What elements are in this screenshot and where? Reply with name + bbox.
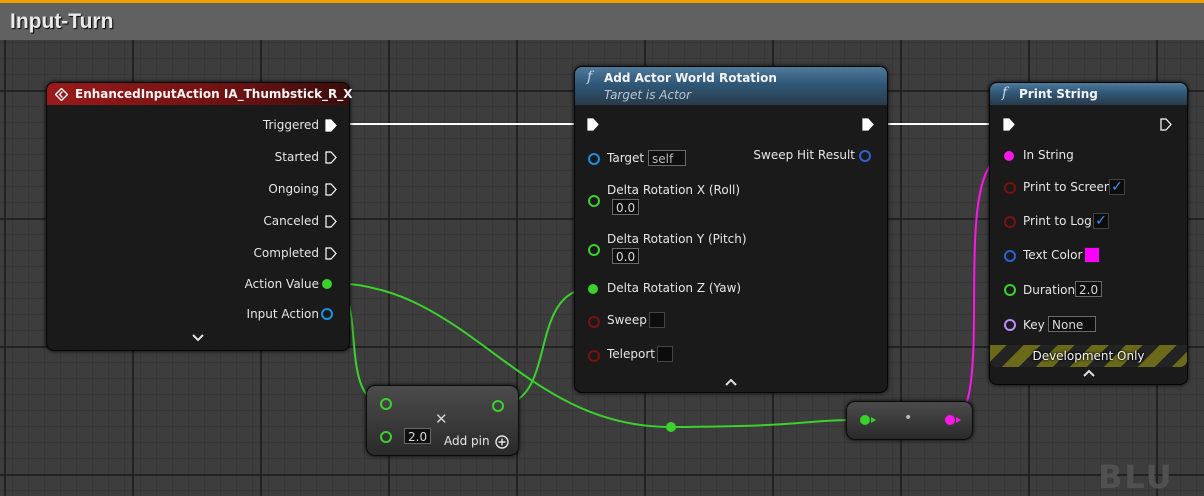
sweep-checkbox[interactable] (649, 312, 665, 328)
rotation-node-title: Add Actor World Rotation (604, 71, 777, 85)
print-to-screen-label: Print to Screen (1023, 180, 1112, 194)
duration-pin[interactable] (1004, 284, 1016, 296)
in-string-label: In String (1023, 148, 1074, 162)
print-to-log-checkbox[interactable]: ✓ (1093, 213, 1109, 229)
teleport-checkbox[interactable] (657, 346, 673, 362)
exec-in-pin[interactable] (1003, 118, 1015, 131)
delta-x-label: Delta Rotation X (Roll) (607, 183, 741, 197)
graph-type-watermark: BLU (1098, 458, 1174, 496)
delta-z-label: Delta Rotation Z (Yaw) (607, 281, 742, 295)
exec-out-pin[interactable] (862, 118, 874, 131)
reroute-knot (666, 422, 676, 432)
exec-out-pin-started[interactable] (325, 151, 337, 164)
print-to-screen-checkbox[interactable]: ✓ (1109, 179, 1125, 195)
multiply-node[interactable]: 2.0 ✕ Add pin (366, 385, 519, 456)
exec-in-pin[interactable] (587, 118, 599, 131)
float-to-string-conversion-node[interactable]: • (846, 401, 973, 440)
delta-z-pin[interactable] (588, 284, 598, 294)
exec-out-pin-ongoing[interactable] (325, 183, 337, 196)
chevron-down-icon[interactable] (192, 334, 204, 342)
input-node-header[interactable]: EnhancedInputAction IA_Thumbstick_R_X (47, 83, 353, 105)
development-only-banner: Development Only (990, 345, 1187, 367)
pin-label-input-action: Input Action (246, 307, 319, 321)
target-label: Target (607, 151, 645, 165)
multiply-input-a-pin[interactable] (380, 398, 392, 410)
key-label: Key (1023, 318, 1045, 332)
delta-x-field[interactable]: 0.0 (612, 199, 640, 215)
delta-y-label: Delta Rotation Y (Pitch) (607, 232, 747, 246)
object-out-pin-input-action[interactable] (321, 308, 333, 320)
multiply-output-pin[interactable] (492, 400, 504, 412)
plus-circle-icon[interactable] (495, 435, 509, 449)
print-string-node[interactable]: f Print String In String Print to Screen… (989, 82, 1188, 385)
delta-y-field[interactable]: 0.0 (612, 248, 640, 264)
teleport-pin[interactable] (588, 350, 600, 362)
multiply-input-b-field[interactable]: 2.0 (404, 428, 432, 444)
pin-label-triggered: Triggered (262, 118, 319, 132)
chevron-up-icon[interactable] (725, 378, 737, 386)
sweep-hit-result-label: Sweep Hit Result (753, 148, 855, 162)
rotation-node-subtitle: Target is Actor (604, 88, 692, 102)
conversion-input-pin[interactable] (860, 415, 870, 425)
sweep-pin[interactable] (588, 316, 600, 328)
in-string-pin[interactable] (1004, 151, 1014, 161)
function-icon: f (587, 69, 593, 85)
float-out-pin-action-value[interactable] (322, 279, 332, 289)
print-to-log-pin[interactable] (1004, 216, 1016, 228)
exec-out-pin[interactable] (1160, 118, 1172, 131)
key-field[interactable]: None (1048, 316, 1096, 332)
development-only-label: Development Only (1032, 349, 1145, 363)
pin-label-canceled: Canceled (263, 214, 319, 228)
input-node-title: EnhancedInputAction IA_Thumbstick_R_X (75, 87, 353, 101)
pin-label-started: Started (274, 150, 319, 164)
delta-x-pin[interactable] (588, 195, 600, 207)
print-to-log-label: Print to Log (1023, 214, 1092, 228)
print-to-screen-pin[interactable] (1004, 182, 1016, 194)
conversion-dot: • (904, 410, 913, 426)
conversion-input-arrow (871, 417, 876, 423)
text-color-pin[interactable] (1004, 250, 1016, 262)
function-icon: f (1002, 85, 1008, 101)
pin-label-ongoing: Ongoing (268, 182, 319, 196)
target-pin[interactable] (588, 153, 600, 165)
delta-y-pin[interactable] (588, 244, 600, 256)
print-node-title: Print String (1019, 87, 1098, 101)
multiply-operator-symbol: ✕ (435, 410, 448, 428)
add-actor-world-rotation-node[interactable]: f Add Actor World Rotation Target is Act… (574, 66, 888, 393)
exec-out-pin-completed[interactable] (325, 247, 337, 260)
add-pin-label[interactable]: Add pin (444, 434, 490, 448)
sweep-hit-result-pin[interactable] (859, 150, 871, 162)
pin-label-completed: Completed (253, 246, 319, 260)
text-color-label: Text Color (1023, 248, 1083, 262)
teleport-label: Teleport (607, 347, 655, 361)
input-event-icon (55, 88, 68, 101)
pin-label-action-value: Action Value (244, 277, 319, 291)
duration-label: Duration (1023, 283, 1076, 297)
conversion-output-arrow (956, 417, 961, 423)
enhanced-input-action-node[interactable]: EnhancedInputAction IA_Thumbstick_R_X Tr… (46, 82, 353, 351)
key-pin[interactable] (1004, 319, 1016, 331)
exec-out-pin-canceled[interactable] (325, 215, 337, 228)
multiply-input-b-pin[interactable] (380, 431, 392, 443)
sweep-label: Sweep (607, 313, 647, 327)
duration-field[interactable]: 2.0 (1075, 281, 1103, 297)
chevron-up-icon[interactable] (1083, 369, 1095, 377)
rotation-node-header[interactable]: f Add Actor World Rotation Target is Act… (575, 67, 887, 105)
print-node-header[interactable]: f Print String (990, 83, 1187, 105)
target-value-field[interactable]: self (648, 150, 686, 166)
conversion-output-pin[interactable] (945, 415, 955, 425)
text-color-swatch[interactable] (1084, 247, 1100, 263)
exec-out-pin-triggered[interactable] (325, 119, 337, 132)
